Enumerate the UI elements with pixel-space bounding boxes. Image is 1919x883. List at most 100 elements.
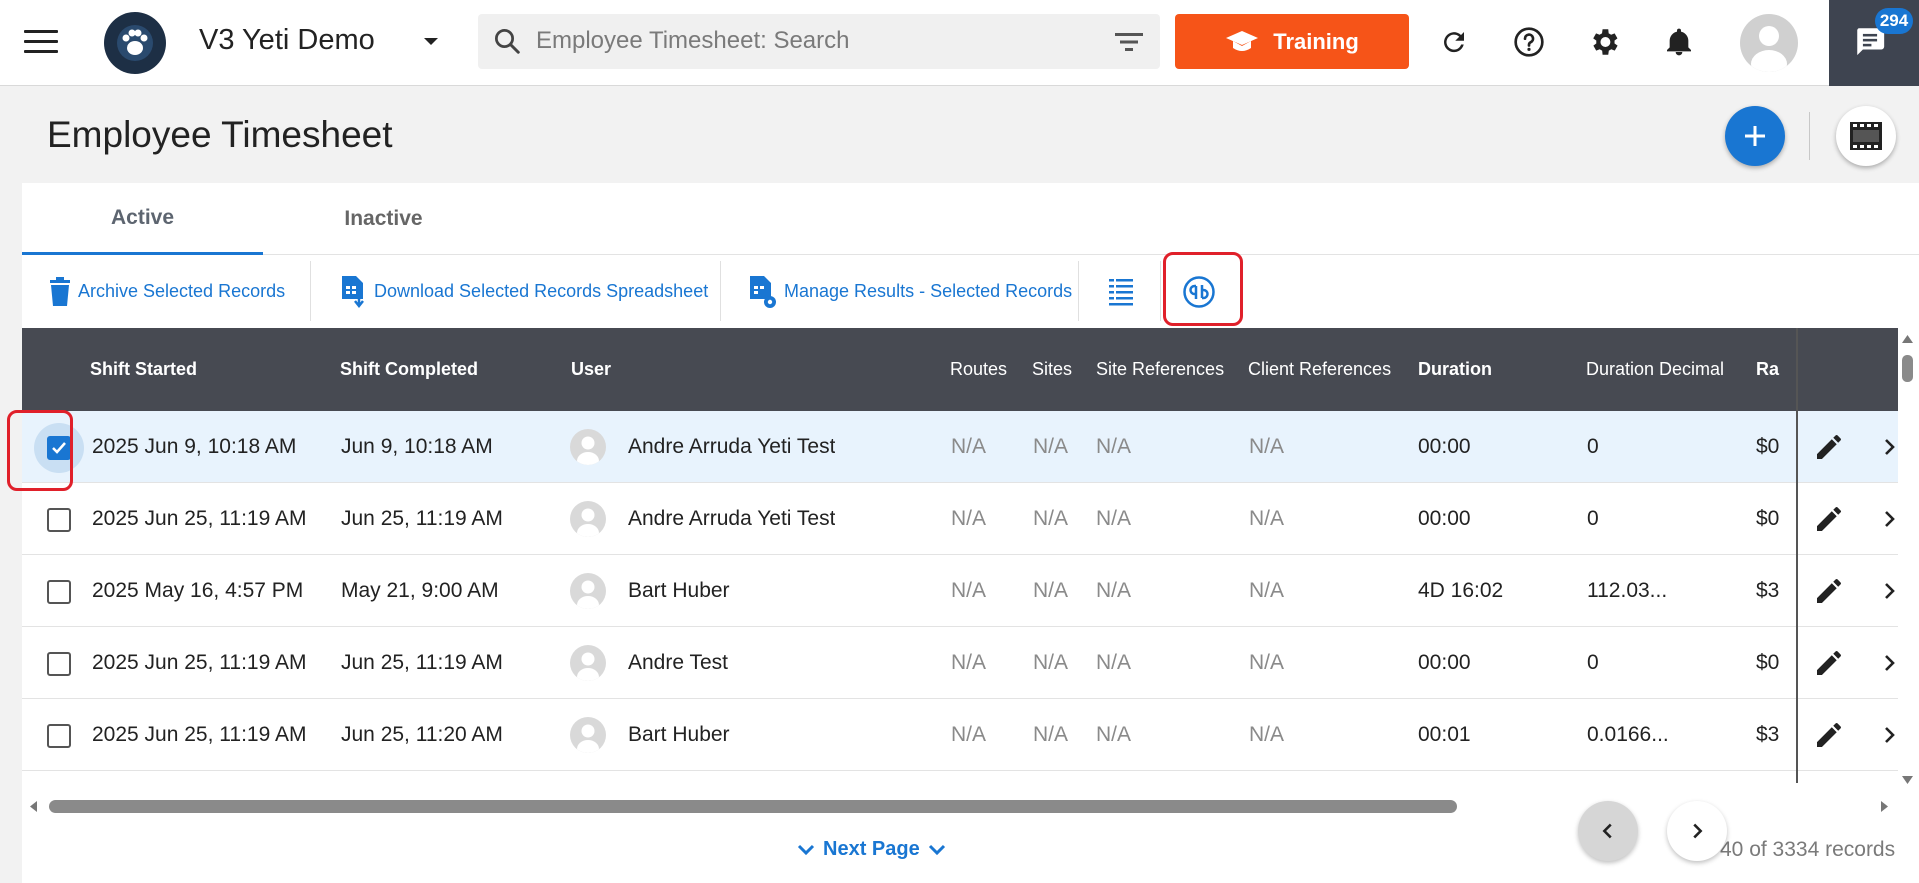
search-icon <box>495 29 520 54</box>
table-row[interactable]: 2025 May 16, 4:57 PM May 21, 9:00 AM Bar… <box>22 555 1898 627</box>
chevron-right-icon[interactable] <box>1877 507 1898 531</box>
edit-pencil-icon[interactable] <box>1813 431 1845 463</box>
add-record-button[interactable] <box>1725 106 1785 166</box>
plus-icon <box>1745 126 1765 146</box>
chevron-right-icon <box>1693 823 1703 839</box>
col-shift-started[interactable]: Shift Started <box>90 328 197 411</box>
training-button[interactable]: Training <box>1175 14 1409 69</box>
records-count: 40 of 3334 records <box>1720 838 1896 861</box>
edit-pencil-icon[interactable] <box>1813 503 1845 535</box>
table-row[interactable]: 2025 Jun 9, 10:18 AM Jun 9, 10:18 AM And… <box>22 411 1898 483</box>
cell-site-references: N/A <box>1096 579 1132 602</box>
cell-shift-completed: Jun 25, 11:19 AM <box>341 507 503 530</box>
cell-shift-completed: Jun 25, 11:20 AM <box>341 723 503 746</box>
edit-pencil-icon[interactable] <box>1813 647 1845 679</box>
previous-page-button[interactable] <box>1578 801 1638 861</box>
col-site-references[interactable]: Site References <box>1096 328 1224 411</box>
scroll-right-icon[interactable] <box>1878 800 1890 813</box>
film-icon <box>1850 122 1882 150</box>
table-row[interactable]: 2025 Jun 25, 11:19 AM Jun 25, 11:19 AM A… <box>22 483 1898 555</box>
edit-pencil-icon[interactable] <box>1813 719 1845 751</box>
scroll-left-icon[interactable] <box>28 800 40 813</box>
notifications-bell-icon[interactable] <box>1659 22 1699 62</box>
hamburger-menu-icon[interactable] <box>24 30 58 56</box>
cell-shift-started: 2025 Jun 25, 11:19 AM <box>92 723 307 746</box>
chevron-down-icon <box>928 844 945 855</box>
cell-site-references: N/A <box>1096 651 1132 674</box>
table-row[interactable] <box>22 771 1898 783</box>
cell-duration: 00:01 <box>1418 723 1471 746</box>
download-spreadsheet-button[interactable]: Download Selected Records Spreadsheet <box>340 255 708 328</box>
chevron-down-icon <box>797 844 815 855</box>
top-bar: V3 Yeti Demo Training 294 <box>0 0 1919 86</box>
row-checkbox[interactable] <box>47 508 71 532</box>
cell-client-references: N/A <box>1249 579 1285 602</box>
user-avatar[interactable] <box>1740 14 1798 72</box>
cell-site-references: N/A <box>1096 723 1132 746</box>
global-search <box>478 14 1160 69</box>
chat-badge: 294 <box>1875 8 1913 34</box>
next-page-link[interactable]: Next Page <box>797 838 946 861</box>
cell-routes: N/A <box>951 435 987 458</box>
settings-gear-icon[interactable] <box>1584 22 1624 62</box>
manage-results-button[interactable]: Manage Results - Selected Records <box>748 255 1072 328</box>
scroll-up-icon[interactable] <box>1901 333 1914 345</box>
yeti-paw-logo[interactable] <box>104 12 166 74</box>
table-row[interactable]: 2025 Jun 25, 11:19 AM Jun 25, 11:20 AM B… <box>22 699 1898 771</box>
col-shift-completed[interactable]: Shift Completed <box>340 328 478 411</box>
chevron-right-icon[interactable] <box>1877 651 1898 675</box>
cell-client-references: N/A <box>1249 723 1285 746</box>
vertical-scroll-thumb[interactable] <box>1902 355 1913 382</box>
col-client-references[interactable]: Client References <box>1248 328 1391 411</box>
organization-caret-icon[interactable] <box>424 38 438 45</box>
cell-sites: N/A <box>1033 435 1069 458</box>
spreadsheet-download-icon <box>342 275 364 308</box>
filter-icon[interactable] <box>1114 30 1144 54</box>
table-row[interactable]: 2025 Jun 25, 11:19 AM Jun 25, 11:19 AM A… <box>22 627 1898 699</box>
chevron-right-icon[interactable] <box>1877 435 1898 459</box>
cell-shift-started: 2025 Jun 25, 11:19 AM <box>92 651 307 674</box>
cell-duration-decimal: 0 <box>1587 507 1599 530</box>
chevron-right-icon[interactable] <box>1877 579 1898 603</box>
manage-results-label: Manage Results - Selected Records <box>784 281 1073 301</box>
user-avatar-icon <box>570 573 606 609</box>
cell-routes: N/A <box>951 651 987 674</box>
edit-pencil-icon[interactable] <box>1813 575 1845 607</box>
col-user[interactable]: User <box>571 328 611 411</box>
organization-name[interactable]: V3 Yeti Demo <box>199 24 375 57</box>
toolbar-divider <box>720 261 721 321</box>
cell-site-references: N/A <box>1096 435 1132 458</box>
col-sites[interactable]: Sites <box>1032 328 1072 411</box>
next-page-button[interactable] <box>1667 801 1727 861</box>
chat-button[interactable]: 294 <box>1829 0 1919 86</box>
cell-duration: 4D 16:02 <box>1418 579 1504 602</box>
row-checkbox[interactable] <box>47 580 71 604</box>
cell-duration-decimal: 0 <box>1587 435 1599 458</box>
column-settings-icon[interactable] <box>1108 255 1134 328</box>
tab-inactive[interactable]: Inactive <box>263 183 504 255</box>
trash-icon <box>50 276 70 306</box>
row-checkbox[interactable] <box>47 652 71 676</box>
col-rate[interactable]: Ra <box>1756 328 1784 411</box>
search-input[interactable] <box>536 22 1076 60</box>
chevron-left-icon <box>1602 823 1612 839</box>
col-duration[interactable]: Duration <box>1418 328 1492 411</box>
cell-shift-started: 2025 Jun 25, 11:19 AM <box>92 507 307 530</box>
bulk-actions-toolbar: Archive Selected Records Download Select… <box>22 255 1919 328</box>
col-routes[interactable]: Routes <box>950 328 1007 411</box>
row-checkbox[interactable] <box>47 724 71 748</box>
cell-user: Andre Test <box>628 651 729 674</box>
video-tutorial-button[interactable] <box>1836 106 1896 166</box>
tab-active[interactable]: Active <box>22 183 263 255</box>
chevron-right-icon[interactable] <box>1877 723 1898 747</box>
cell-routes: N/A <box>951 579 987 602</box>
scroll-down-icon[interactable] <box>1901 774 1914 786</box>
help-icon[interactable] <box>1509 22 1549 62</box>
horizontal-scroll-thumb[interactable] <box>49 800 1457 813</box>
user-avatar-icon <box>570 429 606 465</box>
archive-selected-button[interactable]: Archive Selected Records <box>48 255 285 328</box>
col-duration-decimal[interactable]: Duration Decimal <box>1586 328 1724 411</box>
refresh-icon[interactable] <box>1434 22 1474 62</box>
vertical-scrollbar[interactable] <box>1897 328 1919 793</box>
document-settings-icon <box>750 275 776 308</box>
